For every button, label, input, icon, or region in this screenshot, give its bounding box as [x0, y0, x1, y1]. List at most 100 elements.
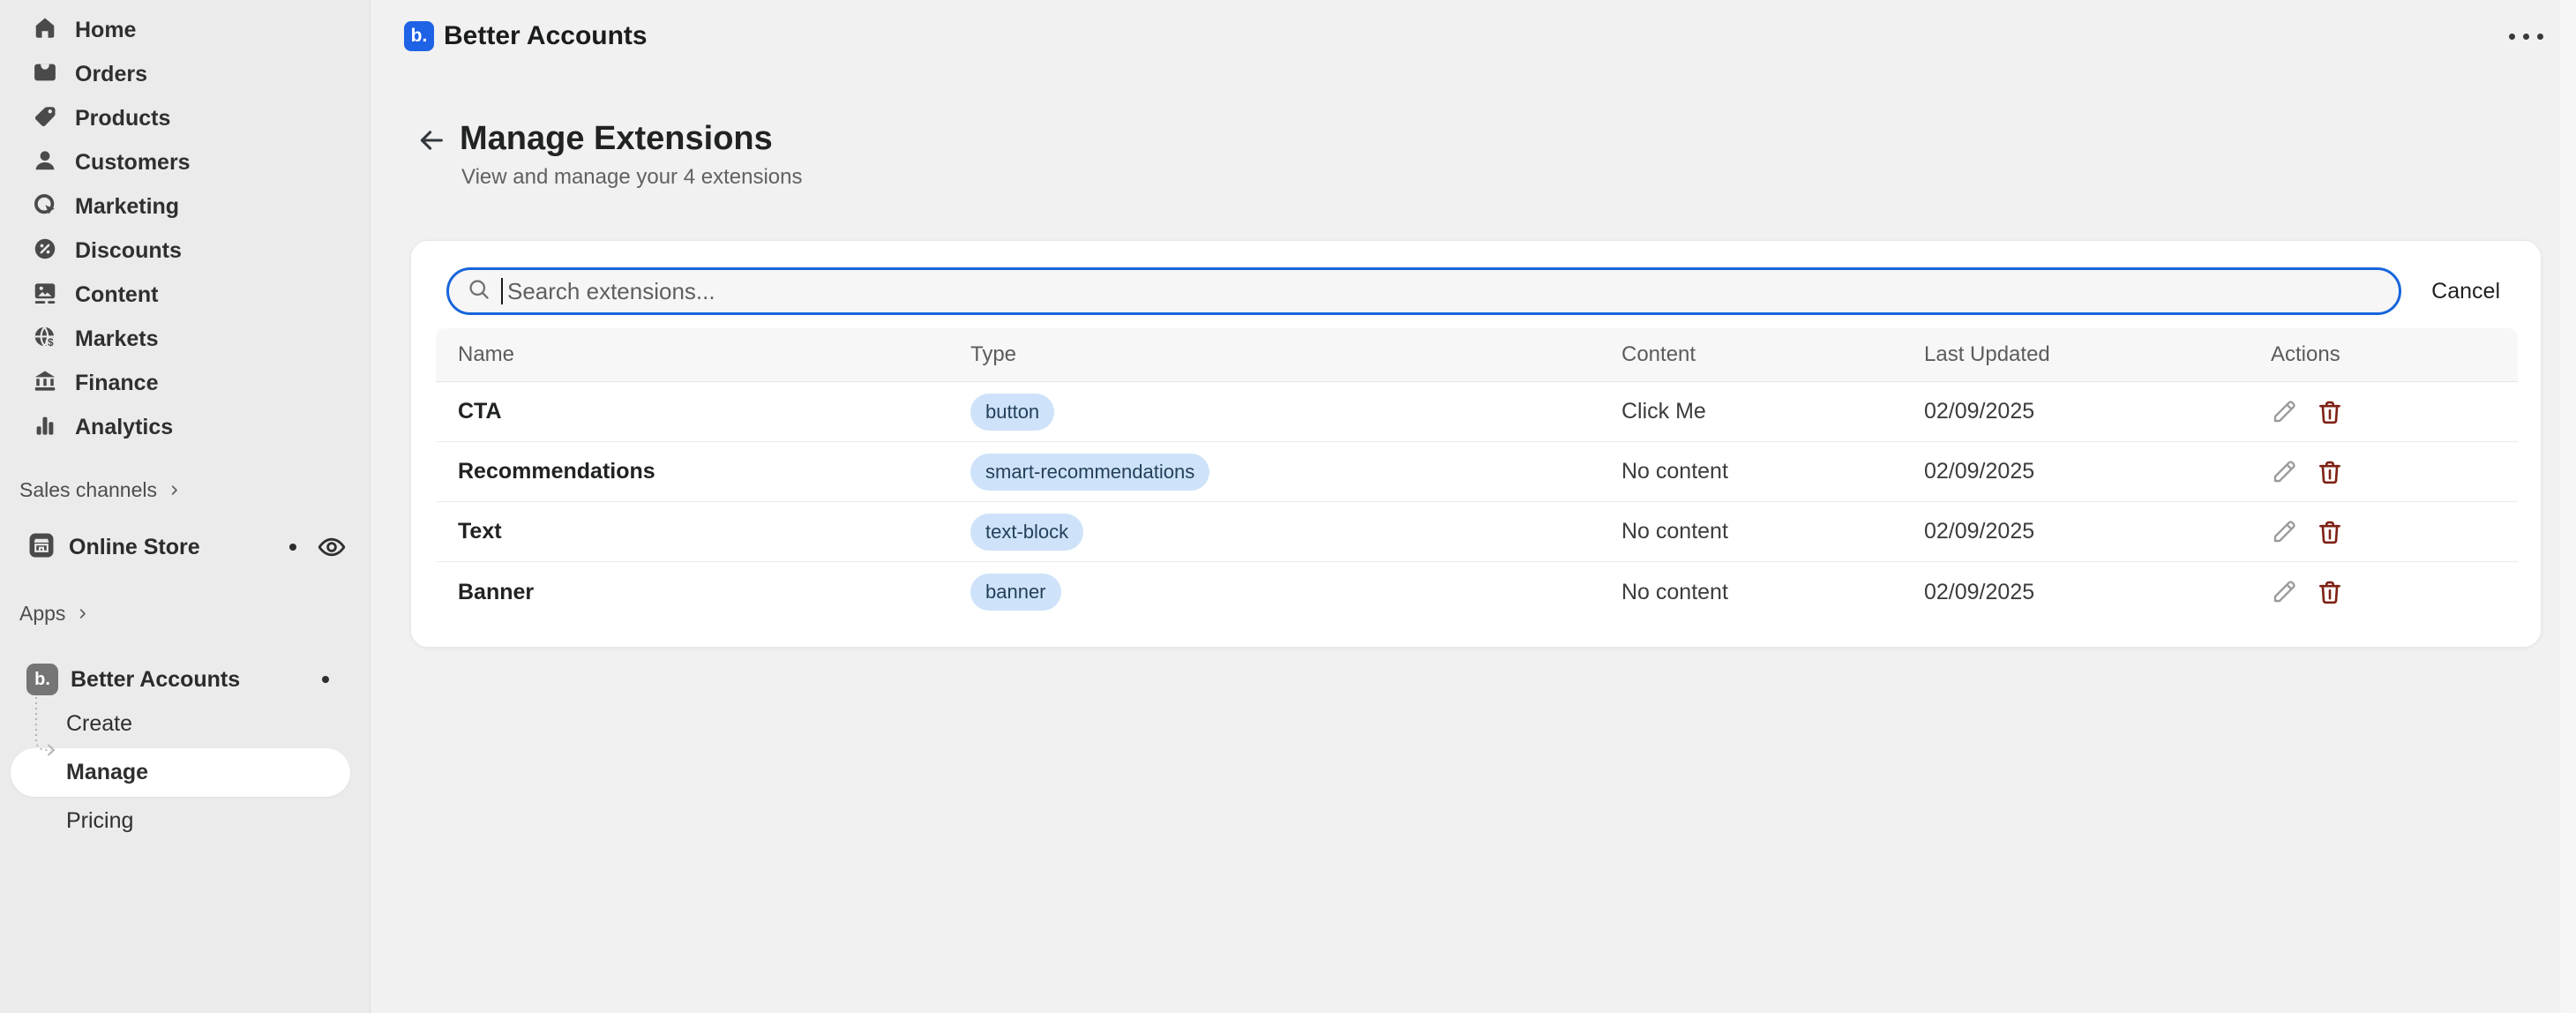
right-edge-gutter: [2560, 0, 2576, 1013]
analytics-icon: [32, 412, 58, 443]
row-actions: [2250, 579, 2518, 605]
row-actions: [2250, 399, 2518, 425]
table-row: Text text-block No content 02/09/2025: [436, 502, 2518, 562]
sidebar-item-home[interactable]: Home: [0, 8, 370, 52]
sidebar-item-customers[interactable]: Customers: [0, 140, 370, 184]
sales-channels-label: Sales channels: [19, 478, 157, 502]
search-row: Cancel: [446, 267, 2505, 315]
delete-button[interactable]: [2317, 399, 2343, 425]
better-accounts-status-dot-icon: [322, 676, 329, 683]
delete-button[interactable]: [2317, 519, 2343, 545]
edit-button[interactable]: [2271, 399, 2297, 425]
sidebar-item-label: Content: [75, 282, 158, 308]
eye-icon: [317, 552, 347, 565]
extension-last-updated: 02/09/2025: [1903, 459, 2250, 484]
sidebar-item-marketing[interactable]: Marketing: [0, 184, 370, 229]
better-accounts-label: Better Accounts: [71, 667, 240, 693]
pencil-icon: [2271, 595, 2297, 608]
column-header-content: Content: [1600, 342, 1903, 367]
sidebar-item-label: Customers: [75, 150, 191, 176]
discounts-icon: [32, 236, 58, 266]
sidebar-item-content[interactable]: Content: [0, 273, 370, 317]
finance-icon: [32, 368, 58, 399]
orders-icon: [32, 59, 58, 90]
sidebar-item-orders[interactable]: Orders: [0, 52, 370, 96]
type-badge: banner: [970, 574, 1061, 611]
table-header-row: Name Type Content Last Updated Actions: [436, 328, 2518, 382]
type-badge: text-block: [970, 514, 1083, 551]
main-nav: Home Orders Products Customers Marketing…: [0, 0, 370, 449]
edit-button[interactable]: [2271, 459, 2297, 485]
column-header-type: Type: [949, 342, 1600, 367]
extension-type-cell: text-block: [949, 514, 1600, 551]
column-header-last-updated: Last Updated: [1903, 342, 2250, 367]
pencil-icon: [2271, 475, 2297, 488]
extension-last-updated: 02/09/2025: [1903, 399, 2250, 424]
pencil-icon: [2271, 415, 2297, 428]
chevron-right-icon: [168, 478, 181, 502]
sidebar-item-label: Markets: [75, 326, 159, 352]
table-row: Banner banner No content 02/09/2025: [436, 562, 2518, 622]
topbar: b. Better Accounts: [404, 21, 648, 51]
sidebar-item-pricing[interactable]: Pricing: [0, 799, 370, 844]
sidebar-item-analytics[interactable]: Analytics: [0, 405, 370, 449]
back-button[interactable]: [416, 125, 446, 155]
app-title: Better Accounts: [444, 21, 648, 51]
sales-channels-header[interactable]: Sales channels: [0, 476, 370, 503]
sidebar-item-label: Finance: [75, 371, 158, 396]
sidebar-item-products[interactable]: Products: [0, 96, 370, 140]
page-title: Manage Extensions: [460, 120, 802, 157]
sidebar-item-finance[interactable]: Finance: [0, 361, 370, 405]
trash-icon: [2317, 415, 2343, 428]
extensions-card: Cancel Name Type Content Last Updated Ac…: [410, 240, 2542, 648]
app-logo: b.: [404, 21, 434, 51]
extension-type-cell: button: [949, 394, 1600, 431]
svg-text:$: $: [48, 335, 54, 348]
sidebar-item-label: Marketing: [75, 194, 179, 220]
trash-icon: [2317, 475, 2343, 488]
extension-name: Banner: [436, 580, 949, 605]
extension-last-updated: 02/09/2025: [1903, 580, 2250, 605]
more-menu-icon: [2537, 34, 2543, 40]
better-accounts-app-icon: b.: [26, 664, 58, 695]
edit-button[interactable]: [2271, 519, 2297, 545]
row-actions: [2250, 519, 2518, 545]
extension-type-cell: smart-recommendations: [949, 454, 1600, 491]
chevron-right-icon: [76, 602, 89, 626]
apps-header[interactable]: Apps: [0, 600, 370, 627]
page-subtitle: View and manage your 4 extensions: [461, 165, 802, 190]
online-store-visibility-button[interactable]: [317, 532, 347, 562]
extension-name: CTA: [436, 399, 949, 424]
online-store-label: Online Store: [69, 535, 200, 560]
column-header-name: Name: [436, 342, 949, 367]
delete-button[interactable]: [2317, 459, 2343, 485]
more-menu-icon: [2523, 34, 2529, 40]
edit-button[interactable]: [2271, 579, 2297, 605]
search-box: [446, 267, 2401, 315]
more-menu-button[interactable]: [2505, 30, 2547, 43]
delete-button[interactable]: [2317, 579, 2343, 605]
extension-last-updated: 02/09/2025: [1903, 519, 2250, 544]
text-caret: [501, 278, 503, 304]
sidebar-item-label: Orders: [75, 62, 147, 87]
online-store-icon: [26, 530, 56, 565]
column-header-actions: Actions: [2250, 342, 2518, 367]
search-icon: [467, 277, 491, 306]
table-row: Recommendations smart-recommendations No…: [436, 442, 2518, 502]
sidebar-item-online-store[interactable]: Online Store: [0, 525, 370, 569]
marketing-icon: [32, 191, 58, 222]
sidebar-item-markets[interactable]: $ Markets: [0, 317, 370, 361]
search-input[interactable]: [505, 277, 2381, 306]
cancel-button[interactable]: Cancel: [2426, 278, 2505, 305]
online-store-status-dot-icon: [289, 544, 296, 551]
trash-icon: [2317, 535, 2343, 548]
trash-icon: [2317, 595, 2343, 608]
extension-type-cell: banner: [949, 574, 1600, 611]
pencil-icon: [2271, 535, 2297, 548]
type-badge: smart-recommendations: [970, 454, 1209, 491]
products-icon: [32, 103, 58, 134]
extension-content: No content: [1600, 459, 1903, 484]
subnav-connector-icon: [30, 695, 64, 770]
extensions-table: Name Type Content Last Updated Actions C…: [436, 328, 2518, 622]
sidebar-item-discounts[interactable]: Discounts: [0, 229, 370, 273]
